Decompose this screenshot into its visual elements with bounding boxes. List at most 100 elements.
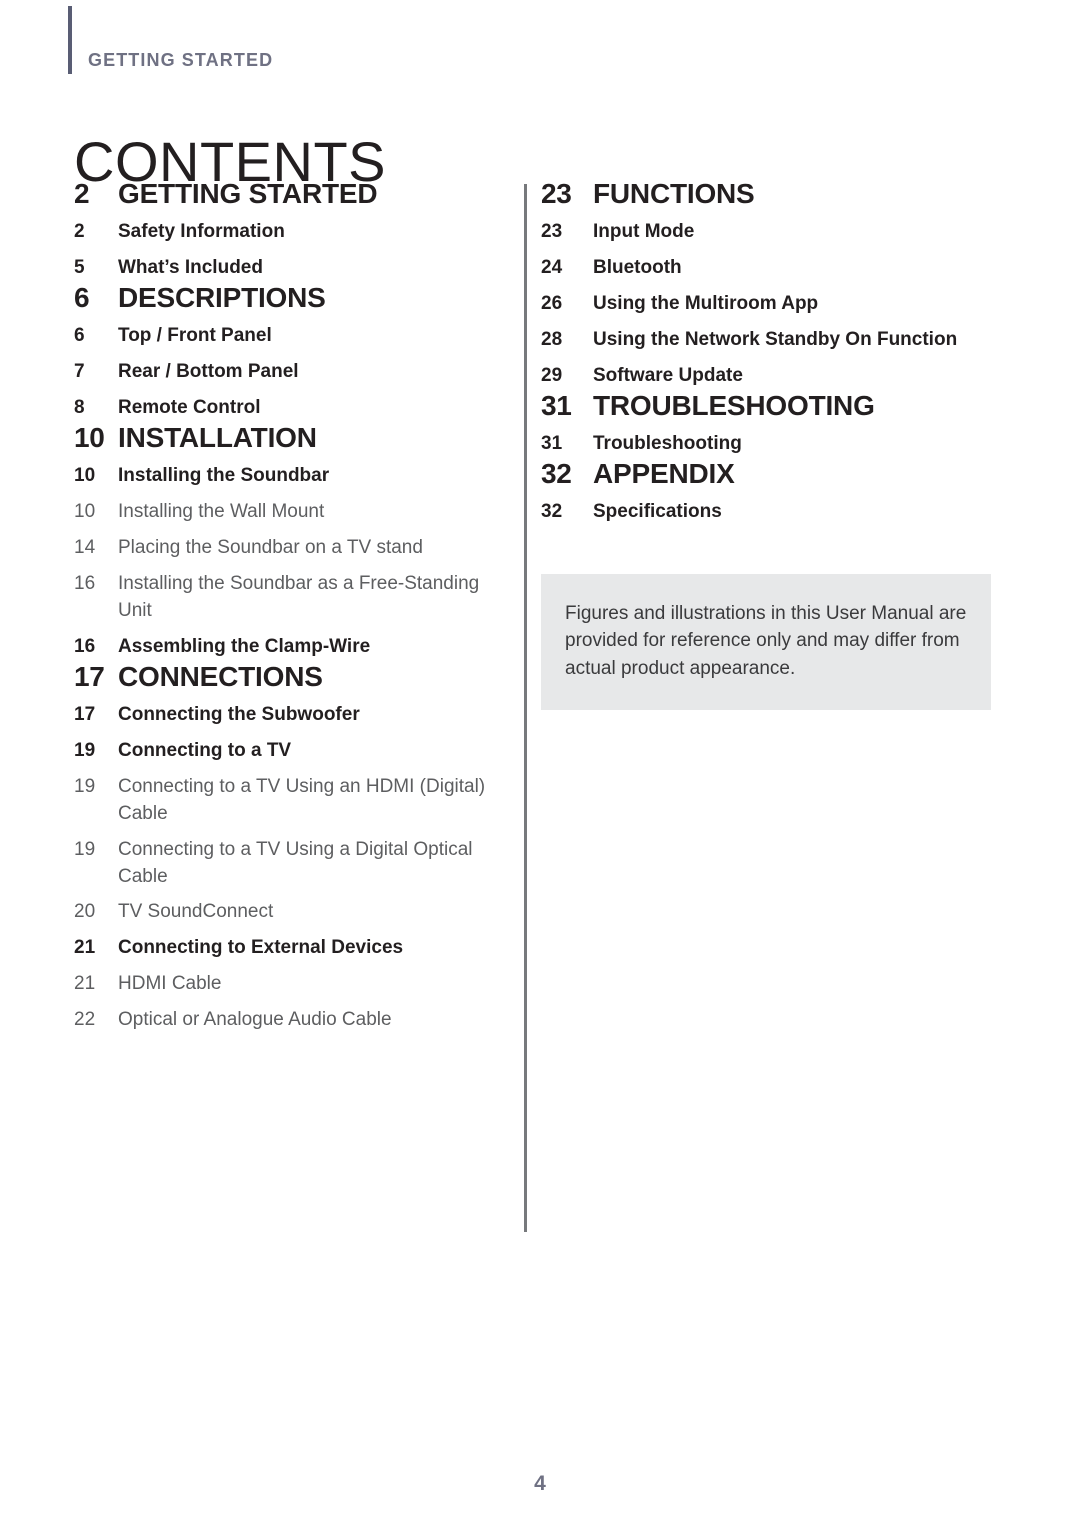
toc-section-title: GETTING STARTED bbox=[118, 178, 378, 209]
toc-entry[interactable]: 29 Software Update bbox=[541, 363, 996, 390]
toc-entry-title: Installing the Soundbar bbox=[118, 464, 330, 486]
toc-entry[interactable]: 2 Safety Information bbox=[74, 219, 494, 246]
toc-entry[interactable]: 21 Connecting to External Devices bbox=[74, 935, 494, 962]
toc-section: 17 CONNECTIONS 17 Connecting the Subwoofer 1… bbox=[74, 661, 494, 1035]
toc-entry-title: Connecting the Subwoofer bbox=[118, 703, 360, 725]
running-head: GETTING STARTED bbox=[88, 50, 274, 70]
toc-entry-page: 8 bbox=[74, 396, 85, 418]
toc-entry-page: 19 bbox=[74, 838, 96, 860]
toc-entry[interactable]: 7 Rear / Bottom Panel bbox=[74, 359, 494, 386]
toc-section-page: 6 bbox=[74, 281, 90, 313]
toc-entry-page: 16 bbox=[74, 572, 96, 594]
toc-section-title: FUNCTIONS bbox=[593, 178, 755, 209]
toc-entry-page: 22 bbox=[74, 1009, 96, 1031]
toc-section-heading[interactable]: 6 DESCRIPTIONS bbox=[74, 282, 494, 314]
toc-entry[interactable]: 20 TV SoundConnect bbox=[74, 899, 494, 926]
toc-section-page: 32 bbox=[541, 457, 572, 489]
toc-section-heading[interactable]: 2 GETTING STARTED bbox=[74, 178, 494, 210]
toc-entry-page: 10 bbox=[74, 464, 96, 486]
toc-entry[interactable]: 10 Installing the Soundbar bbox=[74, 463, 494, 490]
toc-entry-title: Connecting to External Devices bbox=[118, 937, 404, 959]
toc-section-heading[interactable]: 32 APPENDIX bbox=[541, 458, 996, 490]
note-text: Figures and illustrations in this User M… bbox=[565, 602, 967, 679]
toc-entry-title: Connecting to a TV Using a Digital Optic… bbox=[118, 838, 473, 887]
toc-entry-page: 19 bbox=[74, 739, 96, 761]
toc-entry-page: 26 bbox=[541, 292, 563, 314]
toc-entry-title: Using the Network Standby On Function bbox=[593, 328, 958, 350]
toc-entry-title: TV SoundConnect bbox=[118, 901, 274, 923]
toc-entry-title: HDMI Cable bbox=[118, 973, 222, 995]
toc-entry[interactable]: 32 Specifications bbox=[541, 499, 996, 526]
toc-section-title: APPENDIX bbox=[593, 457, 735, 489]
toc-section-page: 10 bbox=[74, 421, 105, 453]
toc-entry-page: 20 bbox=[74, 901, 96, 923]
toc-entry-page: 29 bbox=[541, 364, 563, 386]
toc-entry-page: 2 bbox=[74, 221, 85, 242]
toc-entry[interactable]: 6 Top / Front Panel bbox=[74, 323, 494, 350]
toc-section-title: TROUBLESHOOTING bbox=[593, 389, 875, 421]
toc-section: 23 FUNCTIONS 23 Input Mode 24 Bluetooth 26 Usin… bbox=[541, 178, 996, 390]
toc-entry-page: 14 bbox=[74, 536, 96, 558]
toc-entry[interactable]: 5 What’s Included bbox=[74, 255, 494, 282]
toc-section-page: 17 bbox=[74, 660, 105, 692]
toc-entry-page: 10 bbox=[74, 500, 96, 522]
toc-section: 31 TROUBLESHOOTING 31 Troubleshooting bbox=[541, 390, 996, 458]
toc-entry[interactable]: 19 Connecting to a TV bbox=[74, 738, 494, 765]
toc-section-title: INSTALLATION bbox=[118, 421, 317, 453]
toc-entry[interactable]: 24 Bluetooth bbox=[541, 255, 996, 282]
note-box: Figures and illustrations in this User M… bbox=[541, 573, 991, 711]
toc-section-page: 31 bbox=[541, 389, 572, 421]
toc-entry-page: 28 bbox=[541, 328, 563, 350]
toc-entry-title: Rear / Bottom Panel bbox=[118, 360, 299, 382]
toc-column-right: 23 FUNCTIONS 23 Input Mode 24 Bluetooth 26 Usin… bbox=[541, 178, 996, 711]
toc-entry[interactable]: 23 Input Mode bbox=[541, 219, 996, 246]
toc-entry-page: 21 bbox=[74, 973, 96, 995]
toc-section: 6 DESCRIPTIONS 6 Top / Front Panel 7 Rear / B… bbox=[74, 282, 494, 422]
toc-entry-page: 24 bbox=[541, 256, 563, 278]
toc-entry-title: Installing the Wall Mount bbox=[118, 500, 325, 522]
toc-entry[interactable]: 14 Placing the Soundbar on a TV stand bbox=[74, 535, 494, 562]
toc-section-heading[interactable]: 31 TROUBLESHOOTING bbox=[541, 390, 996, 422]
toc-section: 10 INSTALLATION 10 Installing the Soundbar 1… bbox=[74, 422, 494, 661]
toc-entry[interactable]: 17 Connecting the Subwoofer bbox=[74, 702, 494, 729]
toc-entry-page: 31 bbox=[541, 432, 563, 454]
toc-entry[interactable]: 28 Using the Network Standby On Function bbox=[541, 327, 996, 354]
toc-section: 32 APPENDIX 32 Specifications bbox=[541, 458, 996, 526]
toc-entry-title: What’s Included bbox=[118, 256, 263, 278]
toc-entry-page: 17 bbox=[74, 703, 96, 725]
toc-entry-page: 19 bbox=[74, 775, 96, 797]
toc-section-page: 23 bbox=[541, 178, 572, 209]
toc-column-left: 2 GETTING STARTED 2 Safety Information 5 What… bbox=[74, 178, 494, 1034]
toc-entry-page: 23 bbox=[541, 221, 563, 242]
toc-entry-title: Input Mode bbox=[593, 221, 695, 242]
toc-entry-title: Installing the Soundbar as a Free-Standi… bbox=[118, 572, 480, 621]
toc-entry-page: 16 bbox=[74, 635, 96, 657]
toc-entry[interactable]: 16 Assembling the Clamp-Wire bbox=[74, 634, 494, 661]
page-number: 4 bbox=[534, 1472, 546, 1495]
toc-entry[interactable]: 19 Connecting to a TV Using a Digital Opt… bbox=[74, 837, 494, 891]
toc-section-heading[interactable]: 23 FUNCTIONS bbox=[541, 178, 996, 210]
toc-entry-title: Top / Front Panel bbox=[118, 324, 272, 346]
toc-entry-title: Bluetooth bbox=[593, 256, 682, 278]
toc-entry-page: 7 bbox=[74, 360, 85, 382]
toc-section-heading[interactable]: 10 INSTALLATION bbox=[74, 422, 494, 454]
toc-entry[interactable]: 10 Installing the Wall Mount bbox=[74, 499, 494, 526]
toc-entry-page: 5 bbox=[74, 256, 85, 278]
toc-entry[interactable]: 22 Optical or Analogue Audio Cable bbox=[74, 1007, 494, 1034]
toc-section: 2 GETTING STARTED 2 Safety Information 5 What… bbox=[74, 178, 494, 282]
toc-entry-title: Connecting to a TV Using an HDMI (Digita… bbox=[118, 775, 486, 824]
toc-entry[interactable]: 21 HDMI Cable bbox=[74, 971, 494, 998]
toc-entry-page: 32 bbox=[541, 500, 563, 522]
toc-section-title: DESCRIPTIONS bbox=[118, 281, 326, 313]
toc-entry[interactable]: 26 Using the Multiroom App bbox=[541, 291, 996, 318]
column-divider bbox=[524, 184, 527, 1232]
toc-entry[interactable]: 8 Remote Control bbox=[74, 395, 494, 422]
toc-entry[interactable]: 31 Troubleshooting bbox=[541, 431, 996, 458]
toc-entry-page: 6 bbox=[74, 324, 85, 346]
toc-entry[interactable]: 16 Installing the Soundbar as a Free-Stan… bbox=[74, 571, 494, 625]
toc-section-heading[interactable]: 17 CONNECTIONS bbox=[74, 661, 494, 693]
toc-entry-title: Troubleshooting bbox=[593, 432, 742, 454]
toc-section-title: CONNECTIONS bbox=[118, 660, 323, 692]
toc-entry-title: Safety Information bbox=[118, 221, 285, 242]
toc-entry[interactable]: 19 Connecting to a TV Using an HDMI (Digi… bbox=[74, 774, 494, 828]
